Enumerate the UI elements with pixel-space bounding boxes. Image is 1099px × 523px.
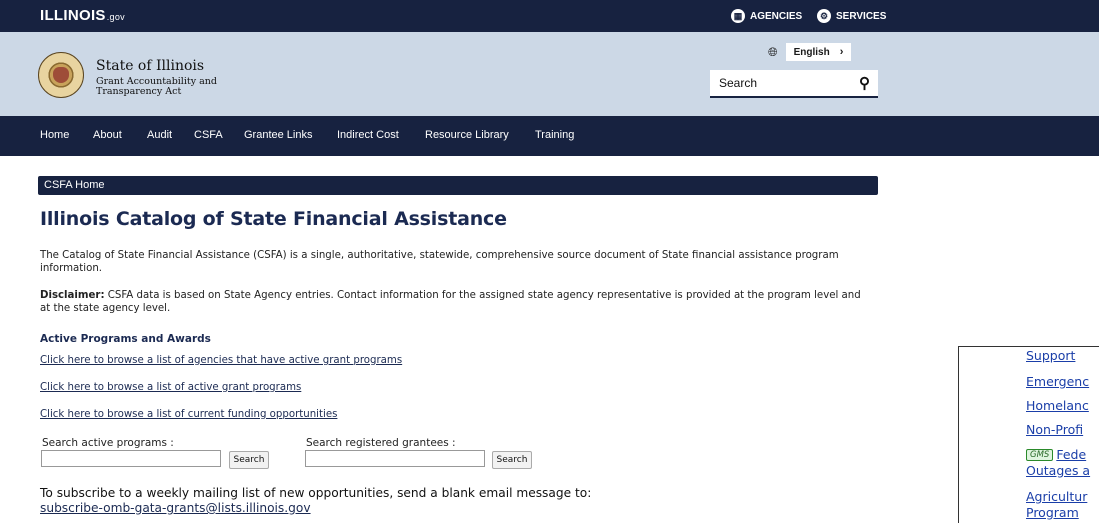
program-list-panel: Support Emergenc Homelanc Non-Profi GMS F… (958, 346, 1099, 523)
search-programs-input[interactable] (41, 450, 221, 467)
nav-grantee-links[interactable]: Grantee Links (244, 129, 312, 141)
illinois-gov-logo[interactable]: ILLINOIS.gov (40, 7, 125, 24)
panel-item[interactable]: GMS Fede (1026, 447, 1086, 462)
search-icon[interactable]: ⚲ (859, 74, 870, 92)
breadcrumb-csfa-home[interactable]: CSFA Home (44, 179, 105, 191)
disclaimer-label: Disclaimer: (40, 290, 105, 301)
search-grantees-label: Search registered grantees : (306, 437, 456, 449)
link-active-grant-programs[interactable]: Click here to browse a list of active gr… (40, 382, 301, 393)
panel-item[interactable]: Emergenc (1026, 374, 1089, 389)
main-navigation: Home About Audit CSFA Grantee Links Indi… (0, 116, 1099, 156)
language-selector[interactable]: 🌐︎ English › (768, 43, 852, 61)
panel-item[interactable]: Support (1026, 348, 1075, 363)
disclaimer-paragraph: Disclaimer: CSFA data is based on State … (40, 289, 870, 315)
site-subtitle-line2: Transparency Act (96, 86, 182, 97)
language-value: English (793, 46, 830, 58)
site-search-input[interactable]: Search ⚲ (710, 70, 878, 98)
site-header: State of Illinois Grant Accountability a… (0, 32, 1099, 116)
search-grantees-input[interactable] (305, 450, 485, 467)
nav-resource-library[interactable]: Resource Library (425, 129, 509, 141)
agencies-label: AGENCIES (750, 10, 803, 22)
logo-text: ILLINOIS (40, 7, 106, 24)
link-funding-opportunities[interactable]: Click here to browse a list of current f… (40, 409, 337, 420)
top-utility-bar: ILLINOIS.gov ▦ AGENCIES ⚙ SERVICES (0, 0, 1099, 32)
nav-csfa[interactable]: CSFA (194, 129, 223, 141)
breadcrumb: CSFA Home (38, 176, 878, 195)
panel-item[interactable]: Agricultur (1026, 489, 1087, 504)
subscribe-email-link[interactable]: subscribe-omb-gata-grants@lists.illinois… (40, 501, 311, 515)
intro-paragraph: The Catalog of State Financial Assistanc… (40, 250, 839, 274)
panel-item[interactable]: Homelanc (1026, 398, 1089, 413)
search-grantees-button[interactable]: Search (492, 451, 532, 469)
nav-home[interactable]: Home (40, 129, 69, 141)
panel-item-label: Fede (1056, 447, 1087, 462)
panel-item[interactable]: Non-Profi (1026, 422, 1083, 437)
link-agencies-active-programs[interactable]: Click here to browse a list of agencies … (40, 355, 402, 366)
panel-item[interactable]: Program (1026, 505, 1079, 520)
chevron-right-icon: › (839, 46, 844, 58)
subscribe-text: To subscribe to a weekly mailing list of… (40, 486, 600, 516)
subscribe-instructions: To subscribe to a weekly mailing list of… (40, 486, 592, 500)
agencies-link[interactable]: ▦ AGENCIES (731, 9, 802, 23)
search-programs-label: Search active programs : (42, 437, 174, 449)
globe-icon: 🌐︎ (768, 44, 778, 59)
nav-about[interactable]: About (93, 129, 122, 141)
search-programs-button[interactable]: Search (229, 451, 269, 469)
nav-audit[interactable]: Audit (147, 129, 172, 141)
services-link[interactable]: ⚙ SERVICES (817, 9, 886, 23)
nav-training[interactable]: Training (535, 129, 574, 141)
building-icon: ▦ (731, 9, 745, 23)
search-placeholder: Search (719, 76, 758, 90)
panel-item[interactable]: Outages a (1026, 463, 1090, 478)
page-title: Illinois Catalog of State Financial Assi… (40, 208, 507, 230)
site-title: State of Illinois (96, 58, 205, 74)
state-seal-icon[interactable] (38, 52, 84, 98)
disclaimer-text: CSFA data is based on State Agency entri… (40, 290, 861, 314)
gms-badge: GMS (1026, 449, 1054, 461)
services-label: SERVICES (836, 10, 887, 22)
language-dropdown[interactable]: English › (785, 43, 852, 61)
nav-indirect-cost[interactable]: Indirect Cost (337, 129, 399, 141)
section-heading: Active Programs and Awards (40, 333, 211, 345)
gear-icon: ⚙ (817, 9, 831, 23)
logo-suffix: .gov (106, 12, 125, 22)
